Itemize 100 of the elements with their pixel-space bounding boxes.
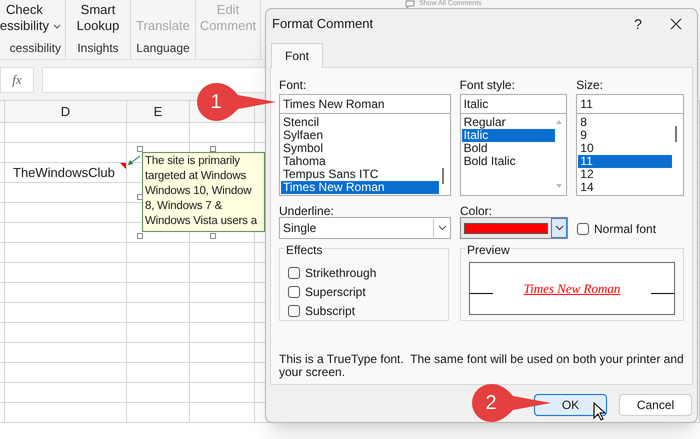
grid-cell[interactable] <box>5 203 127 223</box>
list-box[interactable]: Stencil Sylfaen Symbol Tahoma Tempus Sans ITC Times New Roman <box>279 114 451 196</box>
grid-cell[interactable] <box>190 343 255 363</box>
list-box[interactable]: 8 9 10 11 12 14 <box>576 114 684 196</box>
list-item[interactable]: Bold <box>462 142 556 155</box>
grid-cell[interactable] <box>190 263 255 283</box>
close-icon <box>670 18 682 30</box>
grid-cell[interactable] <box>5 263 127 283</box>
grid-cell[interactable] <box>0 183 5 203</box>
list-item[interactable]: 11 <box>578 155 672 168</box>
grid-cell[interactable] <box>0 403 5 423</box>
text-field[interactable]: Italic <box>460 94 568 114</box>
tab[interactable]: Font <box>271 43 324 68</box>
grid-cell[interactable] <box>190 123 255 143</box>
grid-cell[interactable] <box>190 403 255 423</box>
grid-cell[interactable] <box>5 403 127 423</box>
scroll-down-arrow-icon[interactable] <box>556 184 562 188</box>
grid-cell[interactable] <box>5 363 127 383</box>
sizing-handle[interactable] <box>137 194 143 200</box>
grid-cell[interactable] <box>127 323 190 343</box>
grid-cell[interactable] <box>0 123 5 143</box>
grid-cell[interactable] <box>0 263 5 283</box>
grid-cell[interactable] <box>127 383 190 403</box>
list-item[interactable]: Times New Roman <box>281 181 439 194</box>
list-item[interactable]: Italic <box>462 129 556 142</box>
grid-cell[interactable] <box>5 303 127 323</box>
comment-tooltip[interactable]: The site is primarily targeted at Windows Windows 10, Window 8, Windows 7 & Windows Vista users a <box>142 152 265 232</box>
window-title: Format Comment <box>272 15 374 34</box>
checkbox[interactable]: Normal font <box>577 205 656 239</box>
grid-cell[interactable] <box>0 143 5 163</box>
grid-cell[interactable] <box>5 223 127 243</box>
scrollbar-thumb[interactable] <box>442 168 444 184</box>
list-item[interactable]: Sylfaen <box>281 129 439 142</box>
checkbox[interactable]: Superscript <box>288 282 448 301</box>
scroll-up-arrow-icon[interactable] <box>556 120 562 124</box>
cancel-button[interactable]: Cancel <box>619 394 692 416</box>
grid-cell[interactable] <box>127 303 190 323</box>
sizing-handle[interactable] <box>137 146 143 152</box>
checkbox[interactable]: Subscript <box>288 301 448 320</box>
grid-cell[interactable] <box>5 283 127 303</box>
help-button[interactable]: ? <box>623 14 653 34</box>
grid-cell[interactable] <box>0 243 5 263</box>
sizing-handle[interactable] <box>210 233 216 239</box>
list-item[interactable]: Tahoma <box>281 155 439 168</box>
grid-cell[interactable] <box>190 243 255 263</box>
scrollbar-thumb[interactable] <box>675 126 677 142</box>
grid-cell[interactable] <box>5 183 127 203</box>
list-box[interactable]: Regular Italic Bold Bold Italic <box>460 114 568 196</box>
ok-button[interactable]: OK <box>534 394 607 416</box>
grid-cell[interactable] <box>5 143 127 163</box>
list-item[interactable]: 12 <box>578 168 672 181</box>
grid-cell[interactable] <box>0 163 5 183</box>
grid-cell[interactable] <box>0 303 5 323</box>
ribbon-button[interactable]: Smart Lookup <box>76 0 120 39</box>
grid-cell[interactable] <box>5 243 127 263</box>
grid-cell[interactable] <box>0 203 5 223</box>
text-field[interactable]: Times New Roman <box>279 94 451 114</box>
grid-cell[interactable] <box>127 403 190 423</box>
sizing-handle[interactable] <box>210 146 216 152</box>
function-button[interactable]: fx <box>0 67 34 93</box>
grid-cell[interactable] <box>127 123 190 143</box>
grid-cell[interactable] <box>190 363 255 383</box>
column-header[interactable]: E <box>127 101 190 123</box>
grid-cell[interactable] <box>190 303 255 323</box>
list-item[interactable]: Stencil <box>281 116 439 129</box>
grid-cell[interactable] <box>127 343 190 363</box>
underline-dropdown[interactable]: Single <box>279 217 451 239</box>
grid-cell[interactable] <box>5 343 127 363</box>
sizing-handle[interactable] <box>137 233 143 239</box>
grid-cell[interactable] <box>0 383 5 403</box>
grid-cell[interactable] <box>127 263 190 283</box>
grid-cell[interactable] <box>5 123 127 143</box>
grid-cell[interactable] <box>0 283 5 303</box>
group-label: Insights <box>77 41 119 55</box>
grid-cell[interactable] <box>190 383 255 403</box>
grid-cell[interactable] <box>5 323 127 343</box>
color-dropdown[interactable] <box>460 217 568 239</box>
list-item[interactable]: Bold Italic <box>462 155 556 168</box>
list-item[interactable]: 9 <box>578 129 672 142</box>
grid-cell[interactable] <box>127 243 190 263</box>
grid-cell[interactable] <box>0 323 5 343</box>
list-item[interactable]: 14 <box>578 181 672 194</box>
column-header[interactable] <box>0 101 5 123</box>
ribbon-button[interactable]: Check essibility <box>0 0 61 39</box>
list-item[interactable]: 8 <box>578 116 672 129</box>
list-item[interactable]: 10 <box>578 142 672 155</box>
grid-cell[interactable] <box>5 383 127 403</box>
text-field[interactable]: 11 <box>576 94 684 114</box>
list-item[interactable]: Tempus Sans ITC <box>281 168 439 181</box>
grid-cell[interactable] <box>0 223 5 243</box>
grid-cell[interactable] <box>0 343 5 363</box>
grid-cell[interactable] <box>190 323 255 343</box>
grid-cell[interactable] <box>127 363 190 383</box>
list-item[interactable]: Symbol <box>281 142 439 155</box>
list-item[interactable]: Regular <box>462 116 556 129</box>
grid-cell[interactable] <box>0 363 5 383</box>
grid-cell[interactable] <box>127 283 190 303</box>
column-header[interactable]: D <box>5 101 127 123</box>
checkbox[interactable]: Strikethrough <box>288 263 448 282</box>
grid-cell[interactable] <box>190 283 255 303</box>
